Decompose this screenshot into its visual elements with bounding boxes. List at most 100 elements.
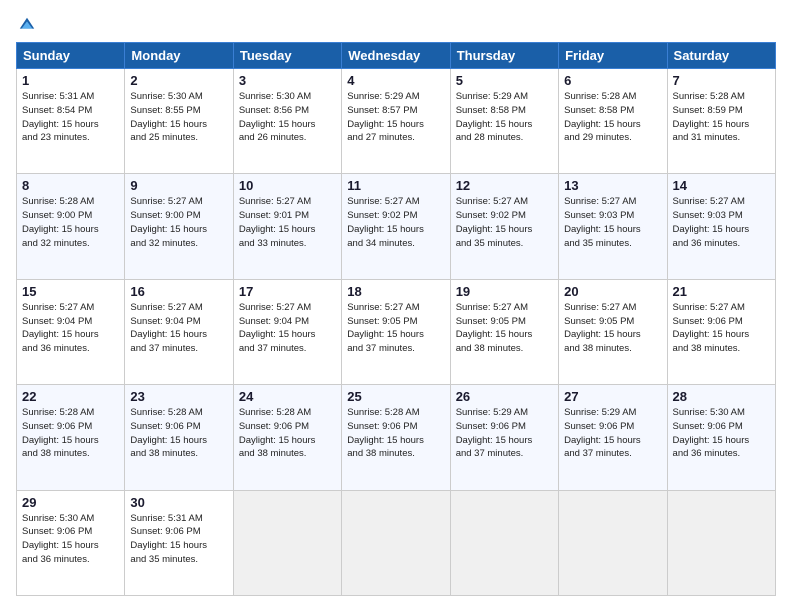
calendar-cell: 2 Sunrise: 5:30 AM Sunset: 8:55 PM Daylig…	[125, 69, 233, 174]
day-number: 6	[564, 73, 661, 88]
calendar-week-2: 8 Sunrise: 5:28 AM Sunset: 9:00 PM Daylig…	[17, 174, 776, 279]
day-info: Sunrise: 5:28 AM Sunset: 9:00 PM Dayligh…	[22, 195, 119, 250]
calendar-body: 1 Sunrise: 5:31 AM Sunset: 8:54 PM Daylig…	[17, 69, 776, 596]
day-number: 4	[347, 73, 444, 88]
day-number: 29	[22, 495, 119, 510]
day-number: 20	[564, 284, 661, 299]
weekday-header-monday: Monday	[125, 43, 233, 69]
day-info: Sunrise: 5:30 AM Sunset: 8:55 PM Dayligh…	[130, 90, 227, 145]
day-number: 9	[130, 178, 227, 193]
calendar-week-5: 29 Sunrise: 5:30 AM Sunset: 9:06 PM Dayli…	[17, 490, 776, 595]
calendar-cell: 5 Sunrise: 5:29 AM Sunset: 8:58 PM Daylig…	[450, 69, 558, 174]
day-info: Sunrise: 5:27 AM Sunset: 9:03 PM Dayligh…	[673, 195, 770, 250]
day-number: 7	[673, 73, 770, 88]
day-info: Sunrise: 5:28 AM Sunset: 9:06 PM Dayligh…	[130, 406, 227, 461]
day-number: 14	[673, 178, 770, 193]
calendar-cell: 19 Sunrise: 5:27 AM Sunset: 9:05 PM Dayli…	[450, 279, 558, 384]
calendar-cell	[559, 490, 667, 595]
calendar-cell: 17Sunrise: 5:27 AM Sunset: 9:04 PM Dayli…	[233, 279, 341, 384]
day-number: 16	[130, 284, 227, 299]
calendar-cell	[233, 490, 341, 595]
day-info: Sunrise: 5:28 AM Sunset: 9:06 PM Dayligh…	[239, 406, 336, 461]
calendar-cell: 20 Sunrise: 5:27 AM Sunset: 9:05 PM Dayli…	[559, 279, 667, 384]
page: SundayMondayTuesdayWednesdayThursdayFrid…	[0, 0, 792, 612]
calendar-week-3: 15Sunrise: 5:27 AM Sunset: 9:04 PM Dayli…	[17, 279, 776, 384]
day-info: Sunrise: 5:27 AM Sunset: 9:03 PM Dayligh…	[564, 195, 661, 250]
day-number: 19	[456, 284, 553, 299]
day-number: 30	[130, 495, 227, 510]
day-info: Sunrise: 5:30 AM Sunset: 9:06 PM Dayligh…	[22, 512, 119, 567]
day-info: Sunrise: 5:27 AM Sunset: 9:05 PM Dayligh…	[564, 301, 661, 356]
day-number: 5	[456, 73, 553, 88]
logo	[16, 16, 36, 34]
calendar-cell	[450, 490, 558, 595]
calendar-table: SundayMondayTuesdayWednesdayThursdayFrid…	[16, 42, 776, 596]
calendar-cell: 13 Sunrise: 5:27 AM Sunset: 9:03 PM Dayli…	[559, 174, 667, 279]
weekday-row: SundayMondayTuesdayWednesdayThursdayFrid…	[17, 43, 776, 69]
day-info: Sunrise: 5:27 AM Sunset: 9:05 PM Dayligh…	[456, 301, 553, 356]
calendar-cell: 25Sunrise: 5:28 AM Sunset: 9:06 PM Dayli…	[342, 385, 450, 490]
day-info: Sunrise: 5:29 AM Sunset: 9:06 PM Dayligh…	[456, 406, 553, 461]
calendar-cell: 10 Sunrise: 5:27 AM Sunset: 9:01 PM Dayli…	[233, 174, 341, 279]
day-info: Sunrise: 5:27 AM Sunset: 9:04 PM Dayligh…	[22, 301, 119, 356]
calendar-cell: 4 Sunrise: 5:29 AM Sunset: 8:57 PM Daylig…	[342, 69, 450, 174]
calendar-cell: 30 Sunrise: 5:31 AM Sunset: 9:06 PM Dayli…	[125, 490, 233, 595]
calendar-cell: 28Sunrise: 5:30 AM Sunset: 9:06 PM Dayli…	[667, 385, 775, 490]
calendar-cell: 26 Sunrise: 5:29 AM Sunset: 9:06 PM Dayli…	[450, 385, 558, 490]
day-number: 27	[564, 389, 661, 404]
day-info: Sunrise: 5:27 AM Sunset: 9:01 PM Dayligh…	[239, 195, 336, 250]
day-number: 21	[673, 284, 770, 299]
day-info: Sunrise: 5:28 AM Sunset: 8:59 PM Dayligh…	[673, 90, 770, 145]
day-number: 13	[564, 178, 661, 193]
day-info: Sunrise: 5:30 AM Sunset: 9:06 PM Dayligh…	[673, 406, 770, 461]
calendar-cell: 11 Sunrise: 5:27 AM Sunset: 9:02 PM Dayli…	[342, 174, 450, 279]
header	[16, 16, 776, 34]
day-number: 8	[22, 178, 119, 193]
day-info: Sunrise: 5:29 AM Sunset: 8:57 PM Dayligh…	[347, 90, 444, 145]
day-info: Sunrise: 5:27 AM Sunset: 9:02 PM Dayligh…	[456, 195, 553, 250]
day-number: 11	[347, 178, 444, 193]
calendar-cell: 15Sunrise: 5:27 AM Sunset: 9:04 PM Dayli…	[17, 279, 125, 384]
weekday-header-tuesday: Tuesday	[233, 43, 341, 69]
calendar-cell: 1 Sunrise: 5:31 AM Sunset: 8:54 PM Daylig…	[17, 69, 125, 174]
calendar-cell: 16 Sunrise: 5:27 AM Sunset: 9:04 PM Dayli…	[125, 279, 233, 384]
day-number: 3	[239, 73, 336, 88]
calendar-cell: 9 Sunrise: 5:27 AM Sunset: 9:00 PM Daylig…	[125, 174, 233, 279]
day-number: 10	[239, 178, 336, 193]
day-number: 1	[22, 73, 119, 88]
calendar-cell: 3Sunrise: 5:30 AM Sunset: 8:56 PM Daylig…	[233, 69, 341, 174]
calendar-week-4: 22Sunrise: 5:28 AM Sunset: 9:06 PM Dayli…	[17, 385, 776, 490]
calendar-cell: 21 Sunrise: 5:27 AM Sunset: 9:06 PM Dayli…	[667, 279, 775, 384]
weekday-header-friday: Friday	[559, 43, 667, 69]
calendar-cell: 8 Sunrise: 5:28 AM Sunset: 9:00 PM Daylig…	[17, 174, 125, 279]
day-info: Sunrise: 5:27 AM Sunset: 9:06 PM Dayligh…	[673, 301, 770, 356]
day-info: Sunrise: 5:27 AM Sunset: 9:02 PM Dayligh…	[347, 195, 444, 250]
day-info: Sunrise: 5:31 AM Sunset: 8:54 PM Dayligh…	[22, 90, 119, 145]
weekday-header-saturday: Saturday	[667, 43, 775, 69]
day-number: 18	[347, 284, 444, 299]
weekday-header-sunday: Sunday	[17, 43, 125, 69]
day-number: 12	[456, 178, 553, 193]
calendar-cell: 14 Sunrise: 5:27 AM Sunset: 9:03 PM Dayli…	[667, 174, 775, 279]
logo-icon	[18, 16, 36, 34]
day-number: 26	[456, 389, 553, 404]
day-info: Sunrise: 5:28 AM Sunset: 9:06 PM Dayligh…	[22, 406, 119, 461]
day-info: Sunrise: 5:27 AM Sunset: 9:04 PM Dayligh…	[130, 301, 227, 356]
day-info: Sunrise: 5:29 AM Sunset: 8:58 PM Dayligh…	[456, 90, 553, 145]
day-number: 17	[239, 284, 336, 299]
day-number: 2	[130, 73, 227, 88]
weekday-header-wednesday: Wednesday	[342, 43, 450, 69]
day-number: 25	[347, 389, 444, 404]
calendar-cell: 18Sunrise: 5:27 AM Sunset: 9:05 PM Dayli…	[342, 279, 450, 384]
calendar-cell: 6 Sunrise: 5:28 AM Sunset: 8:58 PM Daylig…	[559, 69, 667, 174]
calendar-cell: 23 Sunrise: 5:28 AM Sunset: 9:06 PM Dayli…	[125, 385, 233, 490]
day-info: Sunrise: 5:29 AM Sunset: 9:06 PM Dayligh…	[564, 406, 661, 461]
calendar-cell: 12 Sunrise: 5:27 AM Sunset: 9:02 PM Dayli…	[450, 174, 558, 279]
day-info: Sunrise: 5:28 AM Sunset: 8:58 PM Dayligh…	[564, 90, 661, 145]
day-number: 23	[130, 389, 227, 404]
day-info: Sunrise: 5:31 AM Sunset: 9:06 PM Dayligh…	[130, 512, 227, 567]
calendar-cell: 29 Sunrise: 5:30 AM Sunset: 9:06 PM Dayli…	[17, 490, 125, 595]
calendar-cell: 22Sunrise: 5:28 AM Sunset: 9:06 PM Dayli…	[17, 385, 125, 490]
day-number: 24	[239, 389, 336, 404]
day-info: Sunrise: 5:27 AM Sunset: 9:00 PM Dayligh…	[130, 195, 227, 250]
